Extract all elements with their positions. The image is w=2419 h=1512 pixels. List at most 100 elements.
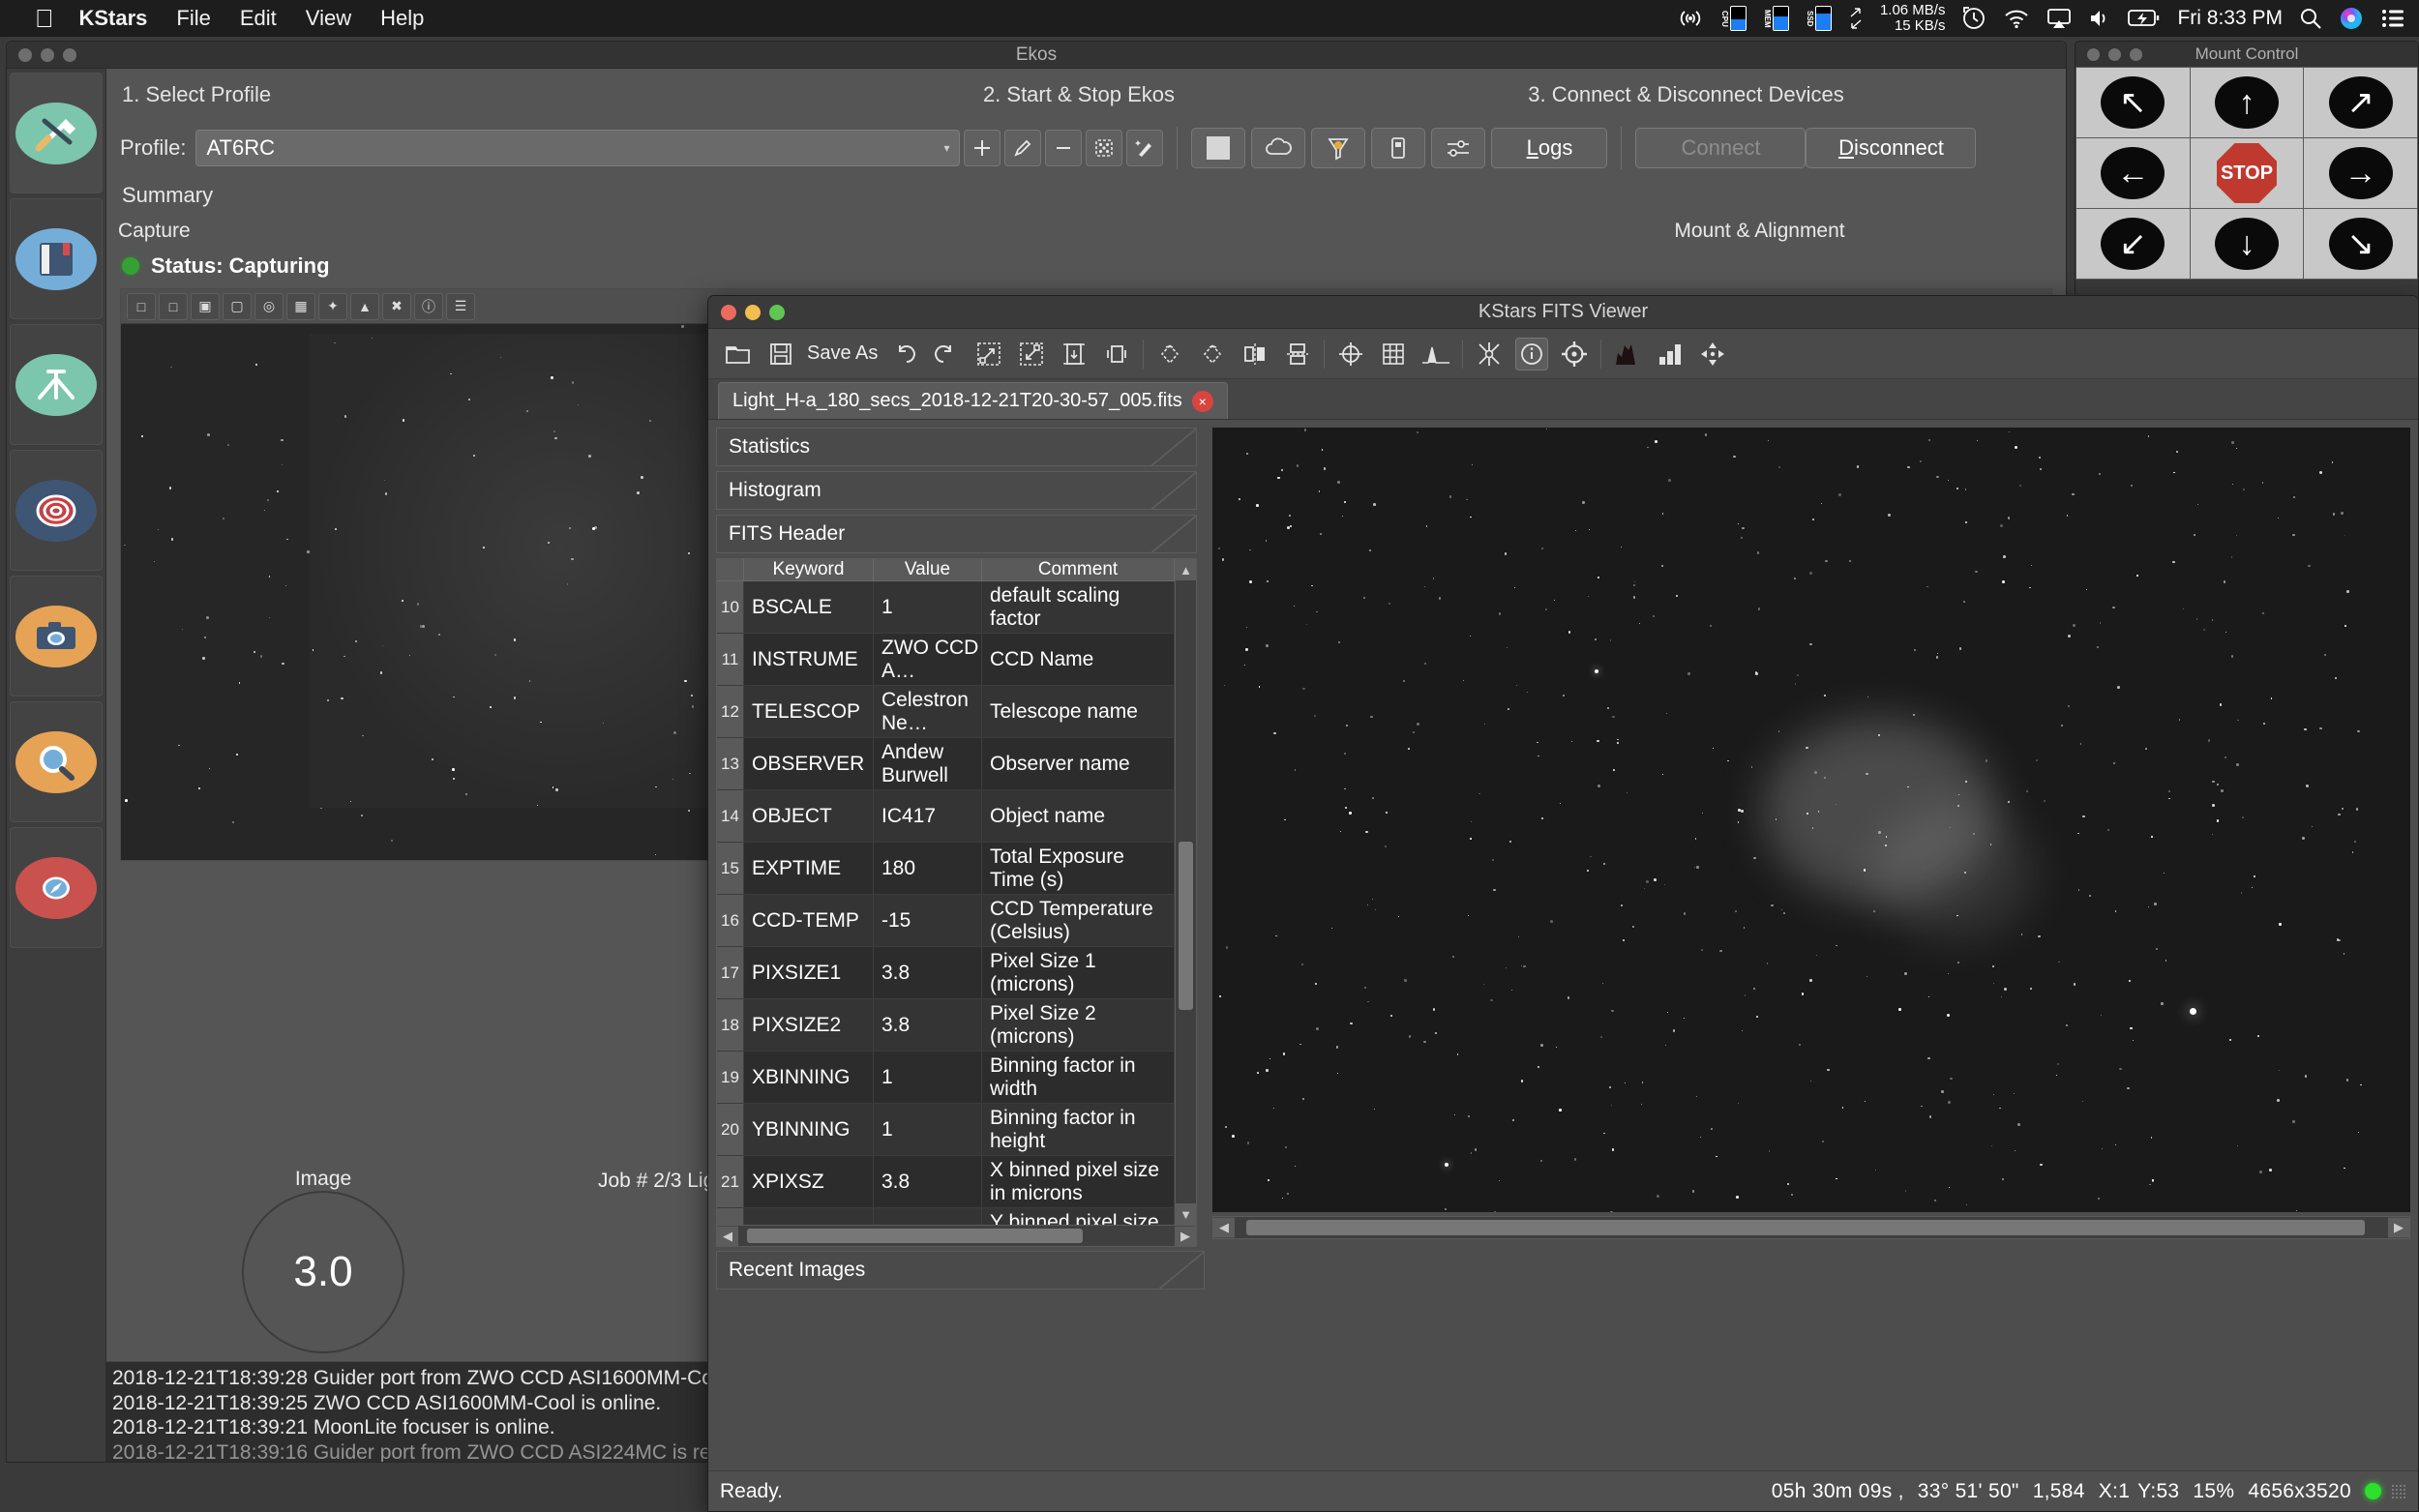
ekos-live-button[interactable] [1311,128,1365,168]
sidebar-item-mount[interactable] [10,324,103,445]
table-row[interactable]: 14OBJECTIC417Object name [717,790,1175,843]
sidebar-item-setup[interactable] [10,73,103,193]
hfr-profile-icon[interactable] [1611,338,1644,371]
fits-titlebar[interactable]: KStars FITS Viewer [708,296,2418,329]
crosshair-icon[interactable] [1334,338,1367,371]
menubar-clock[interactable]: Fri 8:33 PM [2177,7,2283,30]
cpu-meter[interactable]: CPU [1720,6,1747,31]
menu-item-kstars[interactable]: KStars [79,6,148,31]
table-row[interactable]: 19XBINNING1Binning factor in width [717,1052,1175,1104]
fits-image-canvas[interactable] [1212,428,2410,1212]
add-profile-button[interactable] [964,130,1000,166]
zoom-in-icon[interactable] [972,338,1005,371]
save-icon[interactable] [764,338,797,371]
mount-move-east[interactable]: → [2304,138,2417,208]
original-size-icon[interactable] [1100,338,1133,371]
airplay-icon[interactable] [2046,8,2072,29]
preview-peak-icon[interactable]: ▲ [350,293,379,320]
preview-info-icon[interactable]: ⓘ [414,293,443,320]
flip-vertical-icon[interactable] [1281,338,1314,371]
custom-drivers-button[interactable] [1086,130,1122,166]
image-scroll-left-icon[interactable]: ◀ [1213,1218,1235,1237]
memory-meter[interactable]: MEM [1763,6,1789,31]
mount-move-north[interactable]: ↑ [2191,68,2304,137]
table-row[interactable]: 22YPIXSZ3.8Y binned pixel size in micron… [717,1208,1175,1226]
fit-to-window-icon[interactable] [1058,338,1090,371]
ssd-meter[interactable]: SSD [1806,6,1832,31]
wifi-icon[interactable] [2003,8,2030,29]
fits-header-section-header[interactable]: FITS Header [716,515,1197,553]
menu-item-edit[interactable]: Edit [240,6,277,31]
preview-grid-icon[interactable]: ▦ [286,293,315,320]
resize-grip-icon[interactable] [2391,1484,2406,1499]
table-row[interactable]: 18PIXSIZE23.8Pixel Size 2 (microns) [717,999,1175,1052]
save-as-button[interactable]: Save As [807,342,878,365]
sidebar-item-capture[interactable] [10,576,103,697]
fits-tab[interactable]: Light_H-a_180_secs_2018-12-21T20-30-57_0… [718,382,1228,419]
scroll-thumb[interactable] [1179,842,1193,1010]
value-column-header[interactable]: Value [874,559,982,580]
close-icon[interactable]: × [1192,391,1213,412]
table-row[interactable]: 10BSCALE1default scaling factor [717,581,1175,634]
ekos-options-button[interactable] [1431,128,1485,168]
flip-horizontal-icon[interactable] [1239,338,1271,371]
time-machine-icon[interactable] [1961,6,1986,31]
table-row[interactable]: 21XPIXSZ3.8X binned pixel size in micron… [717,1156,1175,1208]
table-row[interactable]: 20YBINNING1Binning factor in height [717,1104,1175,1156]
connect-button[interactable]: Connect [1635,128,1806,168]
remove-profile-button[interactable] [1045,130,1082,166]
grid-icon[interactable] [1377,338,1410,371]
undo-icon[interactable] [887,338,920,371]
keyword-column-header[interactable]: Keyword [744,559,874,580]
profile-wizard-button[interactable] [1126,130,1163,166]
preview-detect-icon[interactable]: ✖ [382,293,411,320]
mount-move-south-east[interactable]: ↘ [2304,209,2417,279]
mount-stop-button[interactable]: STOP [2191,138,2304,208]
control-center-icon[interactable] [2380,8,2405,29]
sidebar-item-focus[interactable] [10,701,103,822]
menu-item-help[interactable]: Help [380,6,424,31]
open-file-icon[interactable] [722,338,755,371]
menu-item-view[interactable]: View [306,6,351,31]
disconnect-button[interactable]: Disconnect [1806,128,1976,168]
mount-move-south-west[interactable]: ↙ [2076,209,2190,279]
scroll-right-icon[interactable]: ▶ [1175,1227,1196,1246]
preview-original-icon[interactable]: ▢ [223,293,252,320]
zoom-out-icon[interactable] [1015,338,1048,371]
stop-ekos-button[interactable] [1191,128,1245,168]
airdrop-icon[interactable] [1677,8,1704,29]
preview-stars-icon[interactable]: ✦ [318,293,347,320]
detect-stars-icon[interactable] [1473,338,1506,371]
table-row[interactable]: 16CCD-TEMP-15CCD Temperature (Celsius) [717,895,1175,947]
mount-move-west[interactable]: ← [2076,138,2190,208]
mount-control-titlebar[interactable]: Mount Control [2076,42,2418,67]
sidebar-item-guide[interactable] [10,827,103,948]
center-target-icon[interactable] [1558,338,1591,371]
usb-devices-button[interactable] [1371,128,1425,168]
hscroll-track[interactable] [738,1226,1175,1246]
comment-column-header[interactable]: Comment [982,559,1175,580]
preview-fit-icon[interactable]: ▣ [191,293,220,320]
table-row[interactable]: 11INSTRUMEZWO CCD A…CCD Name [717,634,1175,686]
preview-crosshair-icon[interactable]: ◎ [254,293,284,320]
battery-charging-icon[interactable] [2128,9,2161,28]
sidebar-item-align[interactable] [10,450,103,571]
preview-zoom-in-icon[interactable]: □ [127,293,156,320]
scroll-down-icon[interactable]: ▼ [1176,1203,1197,1225]
table-row[interactable]: 13OBSERVERAndew BurwellObserver name [717,738,1175,790]
table-row[interactable]: 12TELESCOPCelestron Ne…Telescope name [717,686,1175,738]
table-row[interactable]: 17PIXSIZE13.8Pixel Size 1 (microns) [717,947,1175,999]
histogram-section-header[interactable]: Histogram [716,471,1197,510]
table-horizontal-scrollbar[interactable]: ◀ ▶ [716,1226,1197,1247]
apple-logo-icon[interactable]:  [35,6,54,31]
profile-select[interactable]: AT6RC ▾ [195,130,960,166]
statistics-section-header[interactable]: Statistics [716,428,1197,466]
scroll-track[interactable] [1176,580,1196,1203]
scroll-left-icon[interactable]: ◀ [717,1227,738,1246]
volume-icon[interactable] [2088,8,2111,29]
menu-item-file[interactable]: File [176,6,210,31]
table-vertical-scrollbar[interactable]: ▲ ▼ [1175,559,1196,1225]
hscroll-thumb[interactable] [747,1229,1083,1243]
mount-move-north-west[interactable]: ↖ [2076,68,2190,137]
rotate-right-icon[interactable] [1153,338,1186,371]
